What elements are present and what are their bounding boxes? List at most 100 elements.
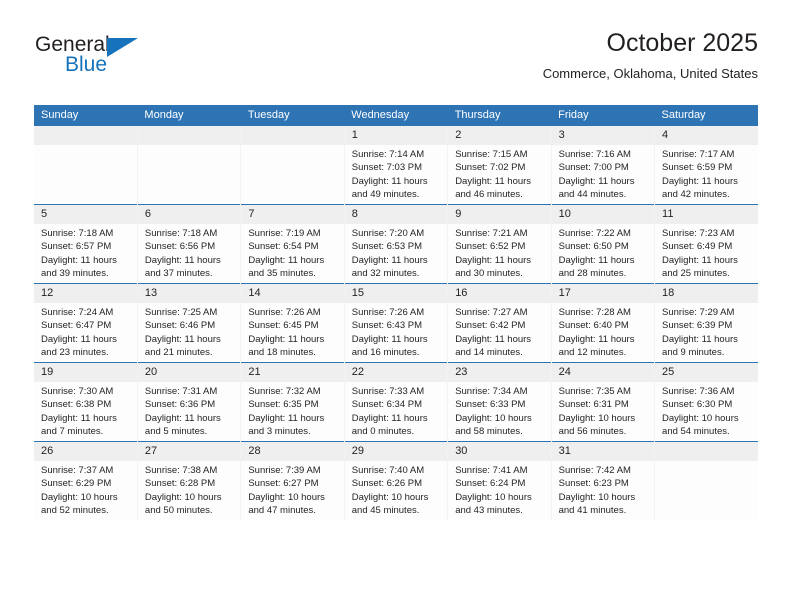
day-details: Sunrise: 7:36 AM Sunset: 6:30 PM Daylight:… xyxy=(655,382,758,439)
day-details: Sunrise: 7:34 AM Sunset: 6:33 PM Daylight:… xyxy=(448,382,550,439)
day-details: Sunrise: 7:15 AM Sunset: 7:02 PM Daylight:… xyxy=(448,145,550,202)
sunrise-text: Sunrise: 7:31 AM xyxy=(144,386,218,397)
sunset-text: Sunset: 6:33 PM xyxy=(455,399,526,411)
sunset-text: Sunset: 6:28 PM xyxy=(144,478,216,490)
day-details: Sunrise: 7:38 AM Sunset: 6:28 PM Daylight:… xyxy=(138,461,240,518)
sunset-text: Sunset: 7:02 PM xyxy=(455,162,526,174)
calendar-day-cell[interactable]: 13 Sunrise: 7:25 AM Sunset: 6:46 PM Dayligh… xyxy=(136,283,242,363)
day-number: 1 xyxy=(344,126,448,145)
daylight-text: Daylight: 10 hours and 50 minutes. xyxy=(144,491,222,517)
day-details: Sunrise: 7:40 AM Sunset: 6:26 PM Daylight:… xyxy=(345,461,447,518)
daylight-text: Daylight: 11 hours and 28 minutes. xyxy=(558,254,635,280)
general-blue-logo[interactable]: General Blue xyxy=(34,32,214,92)
daylight-text: Daylight: 10 hours and 47 minutes. xyxy=(248,491,325,517)
calendar-day-cell[interactable]: 20 Sunrise: 7:31 AM Sunset: 6:36 PM Dayligh… xyxy=(136,362,242,442)
sunset-text: Sunset: 6:30 PM xyxy=(662,399,733,411)
calendar-day-cell[interactable]: 29 Sunrise: 7:40 AM Sunset: 6:26 PM Dayligh… xyxy=(343,441,449,520)
sunrise-text: Sunrise: 7:32 AM xyxy=(248,386,321,397)
calendar-day-cell[interactable]: 31 Sunrise: 7:42 AM Sunset: 6:23 PM Dayligh… xyxy=(550,441,656,520)
day-number xyxy=(34,126,137,145)
day-details: Sunrise: 7:16 AM Sunset: 7:00 PM Daylight:… xyxy=(552,145,654,202)
day-number: 30 xyxy=(448,442,551,461)
sunset-text: Sunset: 6:46 PM xyxy=(144,320,216,332)
sunset-text: Sunset: 6:54 PM xyxy=(248,241,319,253)
calendar-day-cell[interactable]: 19 Sunrise: 7:30 AM Sunset: 6:38 PM Dayligh… xyxy=(34,362,138,442)
sunrise-text: Sunrise: 7:34 AM xyxy=(455,386,528,397)
day-number: 11 xyxy=(655,205,758,224)
calendar-day-cell[interactable]: 9 Sunrise: 7:21 AM Sunset: 6:52 PM Daylight… xyxy=(447,204,552,284)
sunrise-text: Sunrise: 7:14 AM xyxy=(351,149,425,160)
day-number: 23 xyxy=(448,363,551,382)
day-number: 28 xyxy=(241,442,344,461)
daylight-text: Daylight: 11 hours and 18 minutes. xyxy=(248,333,325,359)
weekday-header-wednesday: Wednesday xyxy=(344,105,448,126)
calendar-day-cell[interactable]: 23 Sunrise: 7:34 AM Sunset: 6:33 PM Dayligh… xyxy=(447,362,552,442)
daylight-text: Daylight: 10 hours and 41 minutes. xyxy=(558,491,636,517)
calendar-day-cell[interactable]: 10 Sunrise: 7:22 AM Sunset: 6:50 PM Dayligh… xyxy=(550,204,656,284)
calendar-day-cell[interactable]: 12 Sunrise: 7:24 AM Sunset: 6:47 PM Dayligh… xyxy=(34,283,138,363)
day-number: 6 xyxy=(137,205,241,224)
day-number xyxy=(241,126,344,145)
weekday-header-monday: Monday xyxy=(137,105,241,126)
sunset-text: Sunset: 6:40 PM xyxy=(558,320,629,332)
sunrise-text: Sunrise: 7:29 AM xyxy=(662,307,735,318)
day-number: 18 xyxy=(655,284,758,303)
daylight-text: Daylight: 11 hours and 5 minutes. xyxy=(144,412,221,438)
calendar-day-cell[interactable]: 5 Sunrise: 7:18 AM Sunset: 6:57 PM Daylight… xyxy=(34,204,138,284)
day-number xyxy=(655,442,758,461)
sunrise-text: Sunrise: 7:37 AM xyxy=(41,465,114,476)
calendar-day-cell[interactable]: 30 Sunrise: 7:41 AM Sunset: 6:24 PM Dayligh… xyxy=(447,441,552,520)
calendar-day-cell[interactable]: 6 Sunrise: 7:18 AM Sunset: 6:56 PM Daylight… xyxy=(136,204,242,284)
sunset-text: Sunset: 6:57 PM xyxy=(41,241,112,253)
calendar-day-cell[interactable]: 17 Sunrise: 7:28 AM Sunset: 6:40 PM Dayligh… xyxy=(550,283,656,363)
day-number: 26 xyxy=(34,442,137,461)
sunrise-text: Sunrise: 7:21 AM xyxy=(455,228,528,239)
sunset-text: Sunset: 6:49 PM xyxy=(662,241,733,253)
calendar-day-cell[interactable]: 24 Sunrise: 7:35 AM Sunset: 6:31 PM Dayligh… xyxy=(550,362,656,442)
calendar-day-cell-empty xyxy=(240,126,345,205)
sunset-text: Sunset: 7:03 PM xyxy=(351,162,422,174)
sunset-text: Sunset: 6:45 PM xyxy=(248,320,319,332)
calendar-header-row-group: Sunday Monday Tuesday Wednesday Thursday… xyxy=(34,105,758,126)
sunset-text: Sunset: 7:00 PM xyxy=(558,162,629,174)
sunrise-text: Sunrise: 7:30 AM xyxy=(41,386,114,397)
sunrise-text: Sunrise: 7:35 AM xyxy=(558,386,631,397)
day-details: Sunrise: 7:24 AM Sunset: 6:47 PM Daylight:… xyxy=(34,303,137,360)
calendar-day-cell[interactable]: 28 Sunrise: 7:39 AM Sunset: 6:27 PM Dayligh… xyxy=(240,441,345,520)
calendar-day-cell[interactable]: 7 Sunrise: 7:19 AM Sunset: 6:54 PM Daylight… xyxy=(240,204,345,284)
calendar-day-cell[interactable]: 27 Sunrise: 7:38 AM Sunset: 6:28 PM Dayligh… xyxy=(136,441,242,520)
calendar-day-cell[interactable]: 11 Sunrise: 7:23 AM Sunset: 6:49 PM Dayligh… xyxy=(654,204,758,284)
calendar-day-cell[interactable]: 16 Sunrise: 7:27 AM Sunset: 6:42 PM Dayligh… xyxy=(447,283,552,363)
day-number: 9 xyxy=(448,205,551,224)
daylight-text: Daylight: 11 hours and 0 minutes. xyxy=(351,412,428,438)
calendar-week-row: 5 Sunrise: 7:18 AM Sunset: 6:57 PM Daylight… xyxy=(34,204,758,284)
calendar-day-cell[interactable]: 4 Sunrise: 7:17 AM Sunset: 6:59 PM Daylight… xyxy=(654,126,758,205)
sunrise-text: Sunrise: 7:38 AM xyxy=(144,465,218,476)
calendar-day-cell[interactable]: 25 Sunrise: 7:36 AM Sunset: 6:30 PM Dayligh… xyxy=(654,362,758,442)
calendar-day-cell[interactable]: 1 Sunrise: 7:14 AM Sunset: 7:03 PM Daylight… xyxy=(343,126,449,205)
calendar-day-cell[interactable]: 26 Sunrise: 7:37 AM Sunset: 6:29 PM Dayligh… xyxy=(34,441,138,520)
calendar-day-cell[interactable]: 8 Sunrise: 7:20 AM Sunset: 6:53 PM Daylight… xyxy=(343,204,449,284)
day-number: 27 xyxy=(137,442,241,461)
calendar-day-cell[interactable]: 22 Sunrise: 7:33 AM Sunset: 6:34 PM Dayligh… xyxy=(343,362,449,442)
calendar-week-row: 19 Sunrise: 7:30 AM Sunset: 6:38 PM Dayligh… xyxy=(34,362,758,442)
sunrise-text: Sunrise: 7:27 AM xyxy=(455,307,528,318)
day-details: Sunrise: 7:32 AM Sunset: 6:35 PM Daylight:… xyxy=(241,382,343,439)
calendar-day-cell[interactable]: 15 Sunrise: 7:26 AM Sunset: 6:43 PM Dayligh… xyxy=(343,283,449,363)
weekday-header-friday: Friday xyxy=(551,105,655,126)
calendar-day-cell[interactable]: 2 Sunrise: 7:15 AM Sunset: 7:02 PM Daylight… xyxy=(447,126,552,205)
calendar-day-cell[interactable]: 3 Sunrise: 7:16 AM Sunset: 7:00 PM Daylight… xyxy=(550,126,656,205)
day-number: 8 xyxy=(344,205,448,224)
calendar-day-cell[interactable]: 21 Sunrise: 7:32 AM Sunset: 6:35 PM Dayligh… xyxy=(240,362,345,442)
sunset-text: Sunset: 6:23 PM xyxy=(558,478,629,490)
day-number: 29 xyxy=(344,442,448,461)
sunset-text: Sunset: 6:27 PM xyxy=(248,478,319,490)
calendar-day-cell[interactable]: 18 Sunrise: 7:29 AM Sunset: 6:39 PM Dayligh… xyxy=(654,283,758,363)
sunset-text: Sunset: 6:53 PM xyxy=(351,241,422,253)
calendar-day-cell[interactable]: 14 Sunrise: 7:26 AM Sunset: 6:45 PM Dayligh… xyxy=(240,283,345,363)
day-details: Sunrise: 7:26 AM Sunset: 6:45 PM Daylight:… xyxy=(241,303,343,360)
daylight-text: Daylight: 11 hours and 30 minutes. xyxy=(455,254,532,280)
weekday-header-thursday: Thursday xyxy=(447,105,552,126)
sunrise-text: Sunrise: 7:18 AM xyxy=(144,228,218,239)
calendar-day-cell-empty xyxy=(136,126,242,205)
